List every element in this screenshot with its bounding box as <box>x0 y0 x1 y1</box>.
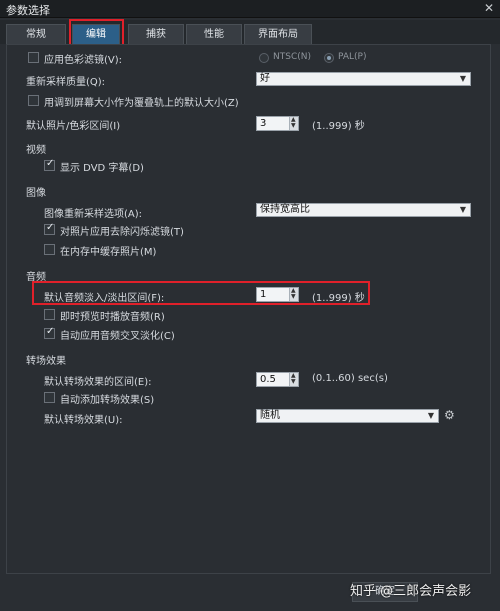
tab-general[interactable]: 常规 <box>6 24 66 44</box>
transition-duration-value: 0.5 <box>260 374 276 385</box>
color-filter-checkbox[interactable] <box>28 52 39 63</box>
gear-icon[interactable]: ⚙ <box>444 408 455 422</box>
spin-down-icon[interactable]: ▼ <box>291 123 296 129</box>
instant-preview-audio-checkbox[interactable] <box>44 309 55 320</box>
color-filter-label: 应用色彩滤镜(V): <box>44 55 123 66</box>
ntsc-label: NTSC(N) <box>273 52 311 62</box>
resample-quality-label: 重新采样质量(Q): <box>26 77 106 88</box>
auto-crossfade-label: 自动应用音频交叉淡化(C) <box>60 331 175 342</box>
resample-quality-dropdown[interactable]: 好 ▼ <box>256 72 471 86</box>
resample-quality-value: 好 <box>260 73 270 84</box>
window-title: 参数选择 <box>6 4 50 17</box>
transition-duration-label: 默认转场效果的区间(E): <box>44 377 152 388</box>
spinner-buttons[interactable]: ▲ ▼ <box>289 117 298 130</box>
cache-photos-label: 在内存中缓存照片(M) <box>60 247 157 258</box>
spin-down-icon[interactable]: ▼ <box>291 379 296 385</box>
auto-add-transition-checkbox[interactable] <box>44 392 55 403</box>
auto-crossfade-checkbox[interactable] <box>44 326 55 339</box>
close-icon[interactable]: ✕ <box>484 1 494 15</box>
title-bar: 参数选择 ✕ <box>0 0 500 18</box>
dvd-subtitle-checkbox[interactable] <box>44 158 55 171</box>
instant-preview-audio-label: 即时预览时播放音频(R) <box>60 312 165 323</box>
photo-duration-spinner[interactable]: 3 ▲ ▼ <box>256 116 299 131</box>
transition-duration-spinner[interactable]: 0.5 ▲ ▼ <box>256 372 299 387</box>
fit-overlay-checkbox[interactable] <box>28 95 39 106</box>
remove-flicker-checkbox[interactable] <box>44 222 55 235</box>
tab-performance[interactable]: 性能 <box>186 24 242 44</box>
watermark: 知乎 @三郎会声会影 <box>350 584 472 599</box>
section-transition: 转场效果 <box>26 356 66 367</box>
default-transition-dropdown[interactable]: 随机 ▼ <box>256 409 439 423</box>
default-transition-label: 默认转场效果(U): <box>44 415 123 426</box>
audio-fade-highlight-box <box>32 281 370 305</box>
tab-capture[interactable]: 捕获 <box>128 24 184 44</box>
image-resample-dropdown[interactable]: 保持宽高比 ▼ <box>256 203 471 217</box>
dvd-subtitle-label: 显示 DVD 字幕(D) <box>60 163 144 174</box>
ntsc-radio[interactable] <box>259 53 269 63</box>
pal-radio[interactable] <box>324 53 334 63</box>
fit-overlay-label: 用调到屏幕大小作为覆叠轨上的默认大小(Z) <box>44 98 239 109</box>
auto-add-transition-label: 自动添加转场效果(S) <box>60 395 155 406</box>
chevron-down-icon: ▼ <box>459 74 466 83</box>
default-transition-value: 随机 <box>260 410 280 421</box>
photo-duration-label: 默认照片/色彩区间(I) <box>26 121 121 132</box>
photo-duration-unit: (1..999) 秒 <box>312 121 365 132</box>
image-resample-value: 保持宽高比 <box>260 204 310 215</box>
cache-photos-checkbox[interactable] <box>44 244 55 255</box>
pal-label: PAL(P) <box>338 52 367 62</box>
chevron-down-icon: ▼ <box>427 411 434 420</box>
transition-duration-unit: (0.1..60) sec(s) <box>312 373 388 384</box>
section-video: 视频 <box>26 145 46 156</box>
section-image: 图像 <box>26 188 46 199</box>
chevron-down-icon: ▼ <box>459 205 466 214</box>
image-resample-label: 图像重新采样选项(A): <box>44 209 143 220</box>
spinner-buttons[interactable]: ▲ ▼ <box>289 373 298 386</box>
preferences-window: 参数选择 ✕ 常规 编辑 捕获 性能 界面布局 应用色彩滤镜(V): NTSC(… <box>0 0 500 611</box>
photo-duration-value: 3 <box>260 118 267 129</box>
remove-flicker-label: 对照片应用去除闪烁滤镜(T) <box>60 227 184 238</box>
tab-interface-layout[interactable]: 界面布局 <box>244 24 312 44</box>
